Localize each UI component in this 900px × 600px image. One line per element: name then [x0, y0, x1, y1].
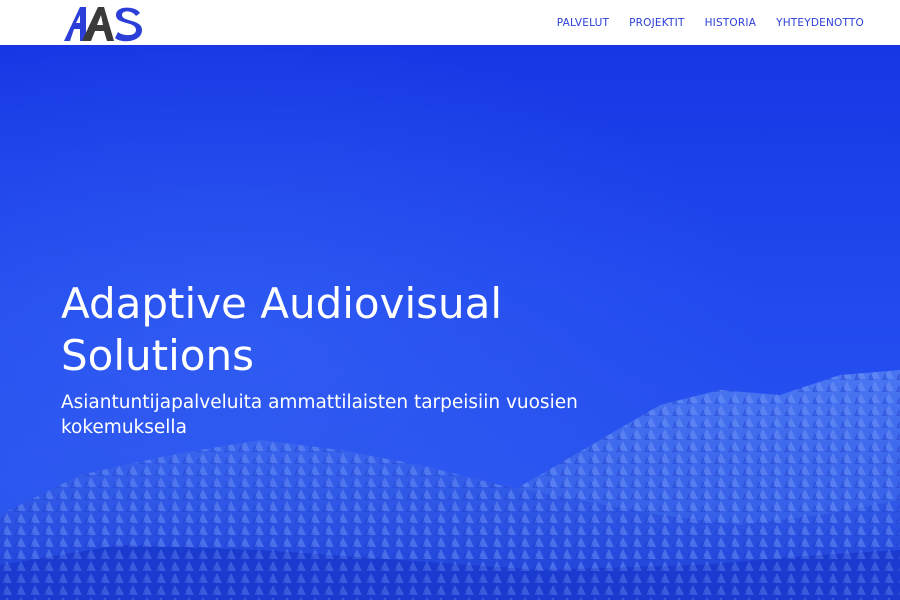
nav-item-projektit[interactable]: PROJEKTIT — [629, 17, 684, 29]
main-nav: PALVELUT PROJEKTIT HISTORIA YHTEYDENOTTO — [557, 0, 864, 45]
nav-item-historia[interactable]: HISTORIA — [705, 17, 757, 29]
hero-subtitle: Asiantuntijapalveluita ammattilaisten ta… — [61, 392, 578, 438]
hero-title: Adaptive Audiovisual Solutions — [61, 279, 503, 380]
nav-item-palvelut[interactable]: PALVELUT — [557, 17, 609, 29]
nav-item-yhteydenotto[interactable]: YHTEYDENOTTO — [776, 17, 864, 29]
hero-section: Adaptive Audiovisual Solutions Asiantunt… — [0, 45, 900, 600]
aas-logo-icon[interactable] — [64, 5, 142, 42]
site-header: PALVELUT PROJEKTIT HISTORIA YHTEYDENOTTO — [0, 0, 900, 45]
hero-text-block: Adaptive Audiovisual Solutions Asiantunt… — [61, 278, 581, 440]
